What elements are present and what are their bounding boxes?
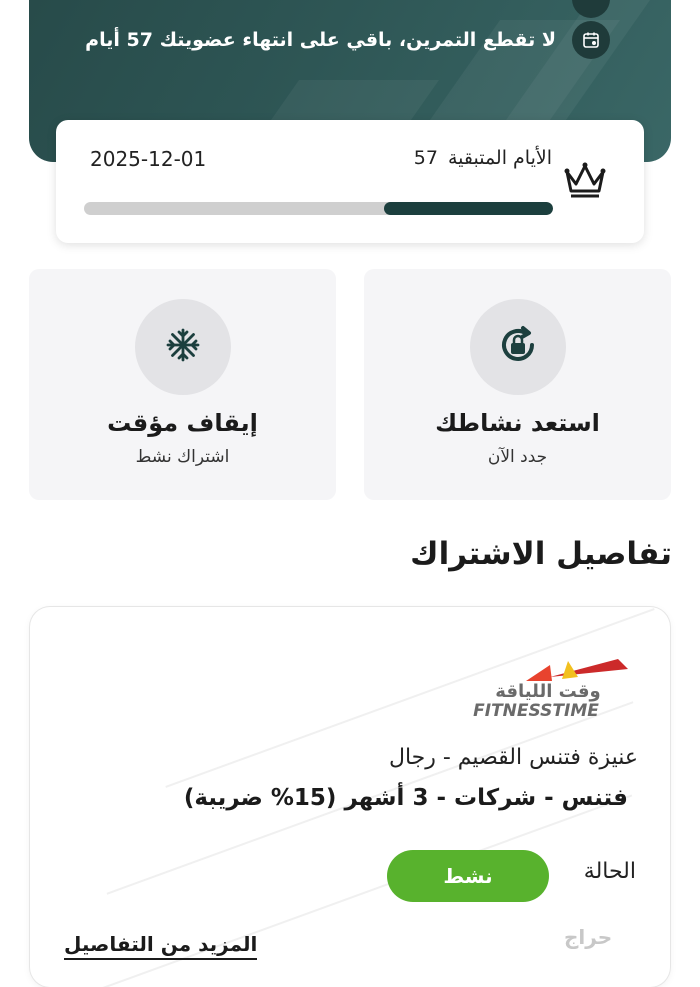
- renew-icon-circle: [469, 299, 566, 395]
- renew-card[interactable]: استعد نشاطك جدد الآن: [364, 269, 671, 500]
- days-remaining-value: 57: [413, 147, 438, 169]
- membership-progress-bar: [84, 202, 553, 215]
- renew-subtitle: جدد الآن: [487, 447, 548, 467]
- branch-name: عنيزة فتنس القصيم - رجال: [388, 745, 638, 770]
- freeze-card[interactable]: إيقاف مؤقت اشتراك نشط: [29, 269, 336, 500]
- fitness-time-logo: وقت اللياقة FITNESSTIME: [438, 651, 638, 721]
- membership-end-date: 2025-12-01: [90, 147, 207, 171]
- logo-arabic: وقت اللياقة: [495, 681, 600, 702]
- renew-title: استعد نشاطك: [435, 409, 600, 437]
- crown-icon: [562, 160, 608, 204]
- status-badge: نشط: [387, 850, 549, 902]
- hero-reminder-row: لا تقطع التمرين، باقي على انتهاء عضويتك …: [85, 21, 610, 59]
- freeze-subtitle: اشتراك نشط: [135, 447, 230, 467]
- haraj-watermark: حراج: [564, 925, 613, 949]
- calendar-icon: [572, 21, 610, 59]
- renew-lock-icon: [496, 323, 540, 371]
- more-details-link[interactable]: المزيد من التفاصيل: [64, 932, 258, 960]
- membership-progress-card: الأيام المتبقية 57 2025-12-01: [56, 120, 644, 243]
- membership-progress-fill: [384, 202, 553, 215]
- plan-name: فتنس - شركات - 3 أشهر (15% ضريبة): [183, 785, 628, 811]
- freeze-icon-circle: [134, 299, 231, 395]
- membership-reminder: لا تقطع التمرين، باقي على انتهاء عضويتك …: [85, 29, 556, 51]
- days-remaining-label: الأيام المتبقية: [447, 147, 552, 169]
- snowflake-icon: [165, 327, 201, 367]
- days-remaining: الأيام المتبقية 57: [414, 147, 552, 169]
- hero-top-icon: [572, 0, 610, 18]
- status-label: الحالة: [583, 859, 636, 884]
- logo-text: FITNESSTIME: [473, 701, 599, 721]
- subscription-details-title: تفاصيل الاشتراك: [410, 536, 672, 572]
- hero-top-row: [90, 0, 610, 18]
- freeze-title: إيقاف مؤقت: [107, 409, 258, 437]
